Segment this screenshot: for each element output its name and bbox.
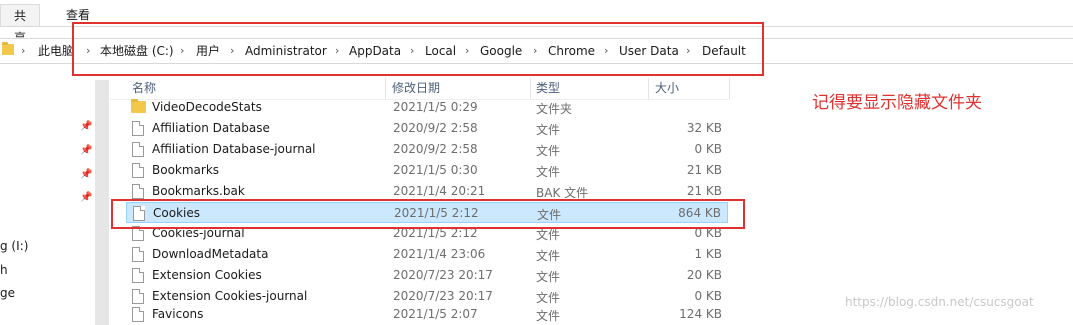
file-type: 文件	[536, 144, 561, 158]
file-name: Extension Cookies-journal	[152, 289, 308, 303]
file-icon	[132, 142, 144, 157]
highlight-box-cookies	[111, 199, 745, 229]
file-type: 文件	[536, 270, 561, 284]
file-size: 21 KB	[686, 163, 722, 177]
pin-icon: 📌	[80, 192, 93, 203]
navigation-pane: 📌 📌 📌 📌 g (I:) h ge	[0, 66, 95, 325]
file-date: 2021/1/4 23:06	[393, 247, 486, 261]
navigation-scrollbar[interactable]	[95, 80, 109, 325]
column-header-type[interactable]: 类型	[536, 78, 560, 98]
file-row[interactable]: Extension Cookies 2020/7/23 20:17 文件 20 …	[126, 265, 728, 286]
file-name: Favicons	[152, 307, 204, 321]
file-row[interactable]: Bookmarks 2021/1/5 0:30 文件 21 KB	[126, 160, 728, 181]
file-date: 2020/7/23 20:17	[393, 289, 493, 303]
column-header-date[interactable]: 修改日期	[392, 78, 440, 98]
file-name: Extension Cookies	[152, 268, 262, 282]
breadcrumb-this-pc[interactable]: 此电脑	[38, 42, 74, 60]
column-header-name[interactable]: 名称	[132, 78, 156, 98]
column-header-size[interactable]: 大小	[655, 78, 679, 98]
tab-share[interactable]: 共享	[0, 4, 40, 45]
file-icon	[132, 163, 144, 178]
file-icon	[132, 184, 144, 199]
file-date: 2021/1/4 20:21	[393, 184, 486, 198]
chevron-right-icon[interactable]: ›	[21, 42, 25, 60]
folder-icon	[131, 99, 146, 113]
file-type: 文件	[536, 165, 561, 179]
file-date: 2021/1/5 0:29	[393, 100, 478, 114]
file-icon	[132, 121, 144, 136]
file-type: 文件	[536, 123, 561, 137]
file-icon	[132, 247, 144, 262]
file-icon	[132, 268, 144, 283]
file-date: 2021/1/5 2:07	[393, 307, 478, 321]
file-size: 21 KB	[686, 184, 722, 198]
file-date: 2020/7/23 20:17	[393, 268, 493, 282]
file-type: 文件	[536, 309, 561, 323]
highlight-box-address	[72, 22, 764, 76]
watermark: https://blog.csdn.net/csucsgoat	[845, 295, 1034, 309]
nav-item-ge[interactable]: ge	[0, 286, 15, 300]
file-row[interactable]: Affiliation Database 2020/9/2 2:58 文件 32…	[126, 118, 728, 139]
file-icon	[132, 289, 144, 304]
file-size: 0 KB	[694, 142, 722, 156]
file-name: Affiliation Database-journal	[152, 142, 316, 156]
file-size: 1 KB	[694, 247, 722, 261]
file-type: 文件夹	[536, 102, 573, 116]
file-name: Bookmarks.bak	[152, 184, 245, 198]
file-date: 2021/1/5 0:30	[393, 163, 478, 177]
annotation-text: 记得要显示隐藏文件夹	[812, 93, 982, 113]
file-row[interactable]: DownloadMetadata 2021/1/4 23:06 文件 1 KB	[126, 244, 728, 265]
file-row[interactable]: Affiliation Database-journal 2020/9/2 2:…	[126, 139, 728, 160]
file-date: 2020/9/2 2:58	[393, 121, 478, 135]
file-size: 0 KB	[694, 289, 722, 303]
pin-icon: 📌	[80, 145, 93, 156]
pin-icon: 📌	[80, 169, 93, 180]
file-row[interactable]: Favicons 2021/1/5 2:07 文件 124 KB	[126, 304, 728, 325]
folder-icon	[2, 42, 14, 55]
file-size: 124 KB	[679, 307, 722, 321]
file-name: VideoDecodeStats	[152, 100, 262, 114]
column-divider[interactable]	[729, 78, 730, 100]
file-row[interactable]: VideoDecodeStats 2021/1/5 0:29 文件夹	[126, 97, 728, 118]
file-name: Bookmarks	[152, 163, 220, 177]
file-name: Affiliation Database	[152, 121, 270, 135]
file-date: 2020/9/2 2:58	[393, 142, 478, 156]
file-type: 文件	[536, 249, 561, 263]
nav-item-drive-i[interactable]: g (I:)	[0, 239, 28, 253]
nav-item-h[interactable]: h	[0, 263, 8, 277]
file-size: 32 KB	[686, 121, 722, 135]
file-name: DownloadMetadata	[152, 247, 269, 261]
pin-icon: 📌	[80, 121, 93, 132]
file-icon	[132, 307, 144, 322]
file-size: 20 KB	[686, 268, 722, 282]
